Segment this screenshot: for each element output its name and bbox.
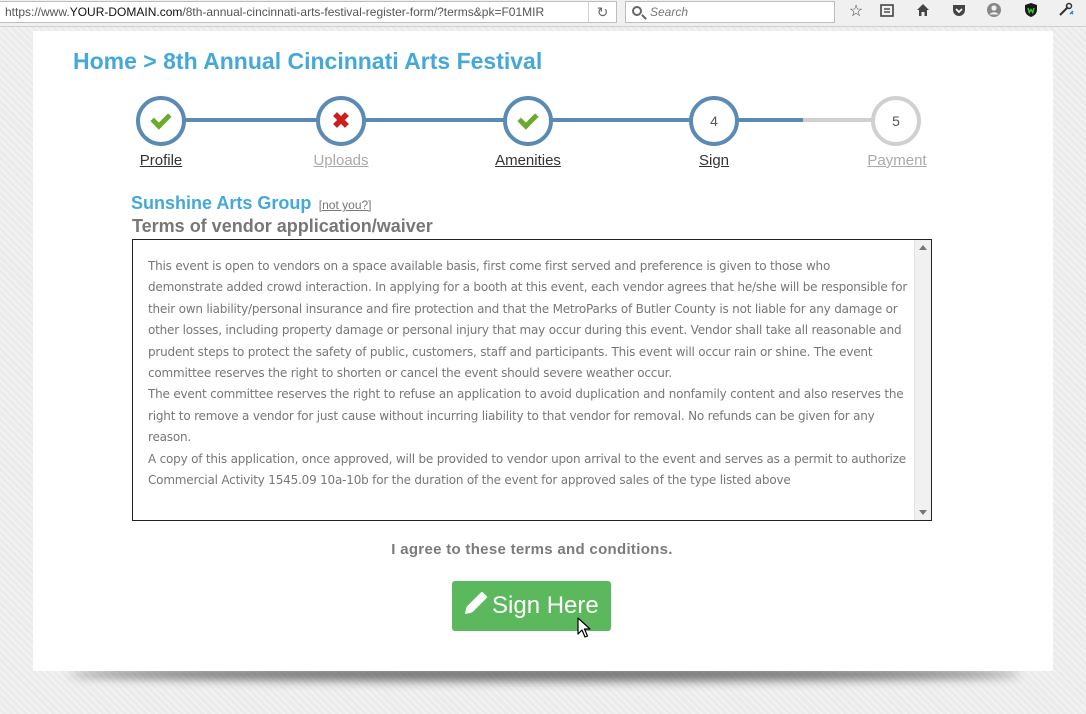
browser-toolbar: https://www.YOUR-DOMAIN.com/8th-annual-c… [0,0,1086,27]
checkmark-icon [517,108,539,130]
pencil-icon [466,591,488,613]
progress-steps: ✖ 4 5 Profile Uploads Amenities Sign Pay… [33,31,1053,181]
step-circle-uploads[interactable]: ✖ [316,96,366,146]
step-circle-sign[interactable]: 4 [689,96,739,146]
url-domain: YOUR-DOMAIN.com [69,5,183,19]
step-label-amenities[interactable]: Amenities [468,152,588,169]
not-you-container: [not you?] [319,198,372,212]
url-bar[interactable]: https://www.YOUR-DOMAIN.com/8th-annual-c… [0,1,617,23]
step-circle-profile[interactable] [136,96,186,146]
search-icon [632,6,642,16]
account-icon[interactable] [983,2,1005,22]
pocket-icon[interactable] [948,2,970,22]
terms-paragraph: The event committee reserves the right t… [148,387,904,445]
step-number: 4 [710,113,718,129]
terms-scrollbar[interactable] [914,240,931,520]
step-label-profile[interactable]: Profile [101,152,221,169]
home-icon[interactable] [912,2,934,22]
content-card: Home > 8th Annual Cincinnati Arts Festiv… [33,31,1053,671]
terms-text: This event is open to vendors on a space… [148,256,908,491]
scroll-down-arrow-icon[interactable] [919,510,927,515]
terms-paragraph: A copy of this application, once approve… [148,451,906,488]
tools-extension-icon[interactable] [1055,2,1077,22]
url-prefix: https://www. [5,5,70,19]
scroll-up-arrow-icon[interactable] [919,245,927,250]
vendor-name: Sunshine Arts Group [131,193,312,213]
step-circle-amenities[interactable] [503,96,553,146]
terms-heading: Terms of vendor application/waiver [132,216,433,236]
star-bookmark-icon[interactable]: ☆ [845,2,867,22]
agree-statement: I agree to these terms and conditions. [391,541,673,558]
not-you-link[interactable]: [not you?] [319,198,372,212]
sign-here-label: Sign Here [492,592,599,619]
step-label-payment[interactable]: Payment [837,152,957,169]
step-number: 5 [892,113,900,129]
step-label-uploads[interactable]: Uploads [281,152,401,169]
step-circle-payment[interactable]: 5 [871,96,921,146]
x-mark-icon: ✖ [331,108,351,133]
search-input[interactable]: Search [625,1,835,23]
checkmark-icon [150,108,172,130]
terms-paragraph: This event is open to vendors on a space… [148,259,908,381]
search-placeholder: Search [650,5,689,19]
shield-extension-icon[interactable] [1020,2,1042,22]
vendor-heading: Sunshine Arts Group [not you?] [131,193,372,214]
reading-list-icon[interactable] [876,2,898,22]
reload-icon[interactable]: ↻ [588,2,616,22]
terms-textbox[interactable]: This event is open to vendors on a space… [132,239,932,521]
url-text: https://www.YOUR-DOMAIN.com/8th-annual-c… [5,2,585,22]
step-label-sign[interactable]: Sign [654,152,774,169]
url-path: /8th-annual-cincinnati-arts-festival-reg… [182,5,545,19]
